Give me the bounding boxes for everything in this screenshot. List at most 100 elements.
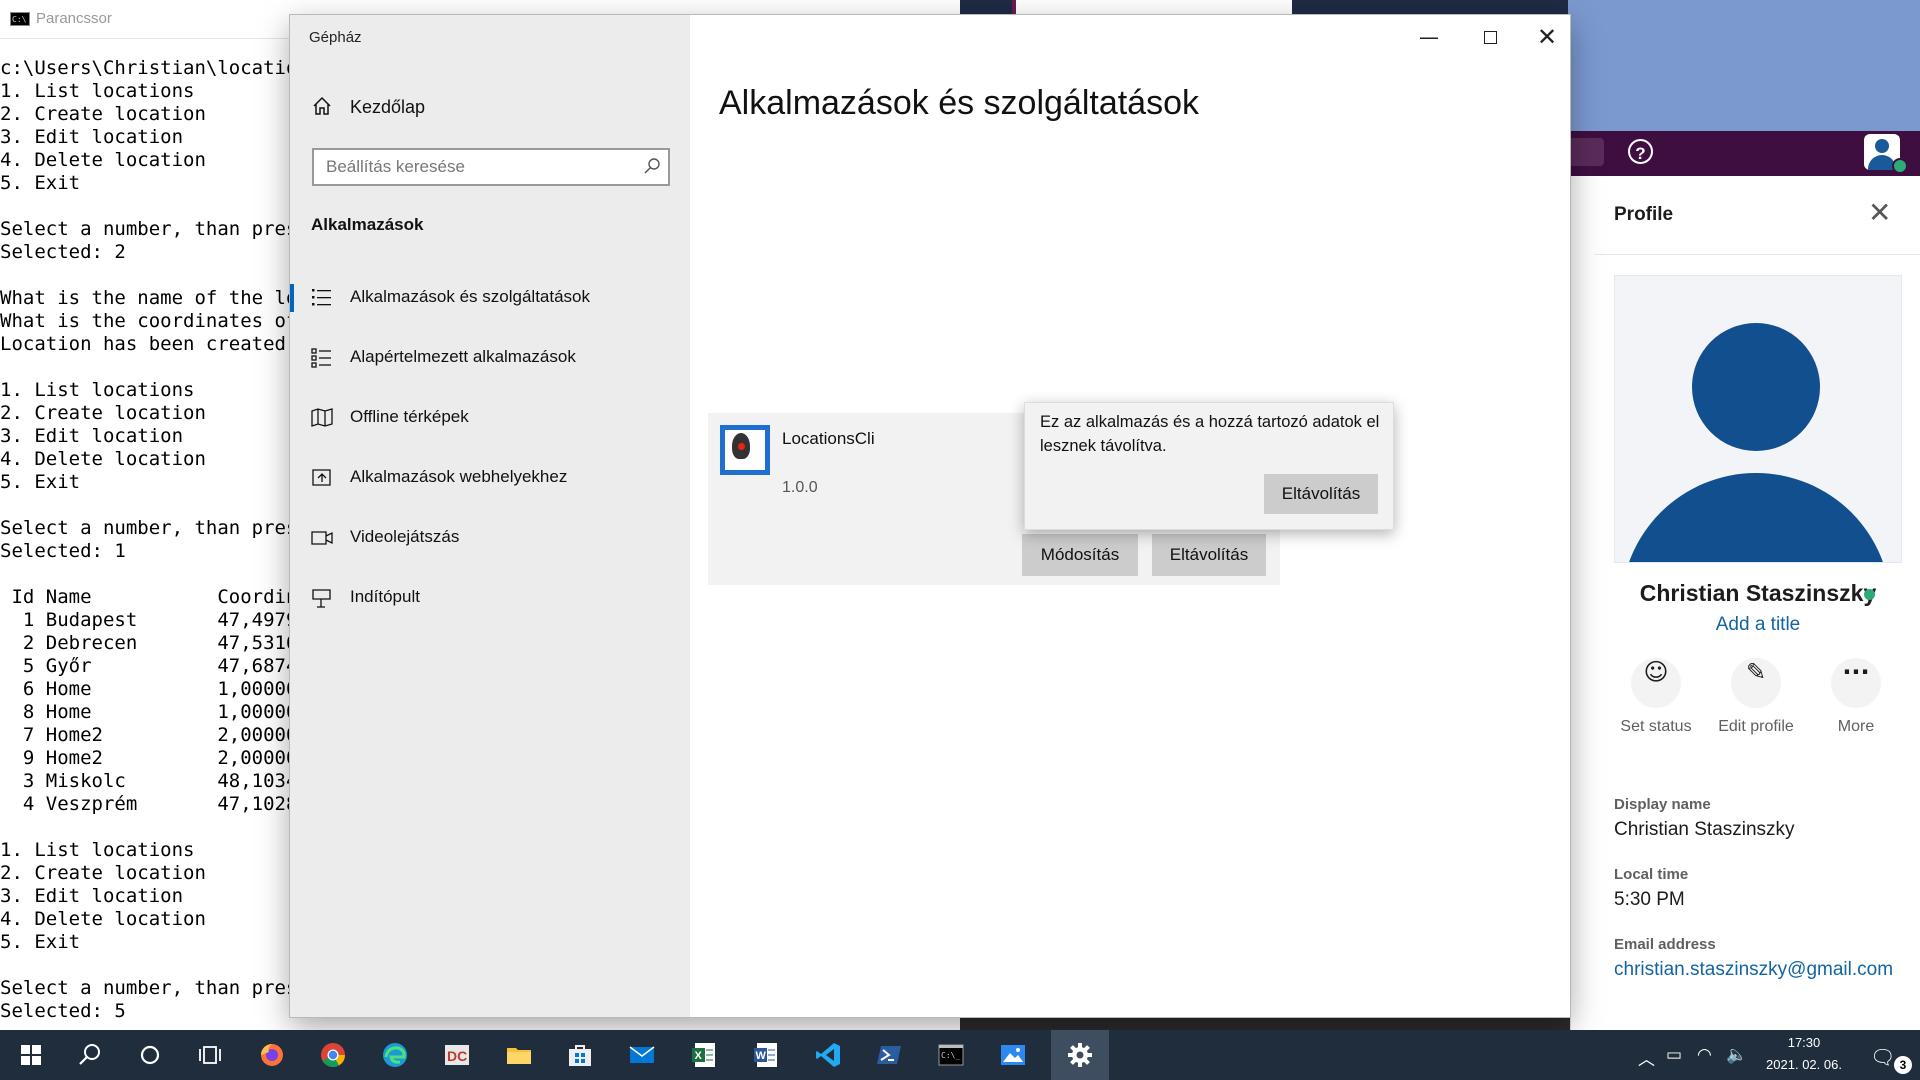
chrome-icon[interactable]: [308, 1030, 358, 1080]
dc-app-icon[interactable]: DC: [432, 1030, 482, 1080]
powershell-icon[interactable]: [864, 1030, 914, 1080]
offline-maps-icon: [311, 408, 333, 427]
nav-label-video-playback[interactable]: Videolejátszás: [350, 527, 459, 547]
clock-date[interactable]: 2021. 02. 06.: [1756, 1057, 1852, 1072]
cmd-line: 5. Exit: [0, 172, 81, 194]
cmd-line: 5. Exit: [0, 931, 81, 953]
slack-window-banner: [1568, 0, 1920, 131]
cmd-line: 9 Home2 2,00000: [0, 747, 298, 769]
nav-label-default-apps[interactable]: Alapértelmezett alkalmazások: [350, 347, 576, 367]
cmd-line: Selected: 1: [0, 540, 126, 562]
cmd-line: Selected: 2: [0, 241, 126, 263]
nav-label-startup[interactable]: Indítópult: [350, 587, 420, 607]
svg-text:X: X: [695, 1050, 703, 1062]
svg-text:DC: DC: [447, 1048, 467, 1064]
notification-badge: 3: [1894, 1056, 1912, 1074]
store-icon[interactable]: [555, 1030, 605, 1080]
background-window-tab[interactable]: [1012, 0, 1292, 14]
close-window-icon[interactable]: ✕: [1532, 22, 1562, 52]
vscode-icon[interactable]: [803, 1030, 853, 1080]
cmd-line: 4. Delete location: [0, 149, 206, 171]
modify-button[interactable]: Módosítás: [1022, 534, 1138, 576]
add-title-link[interactable]: Add a title: [1600, 614, 1916, 636]
settings-icon[interactable]: [1055, 1030, 1105, 1080]
app-name: LocationsCli: [782, 429, 875, 448]
notification-center-icon[interactable]: 🗨: [1870, 1045, 1895, 1069]
nav-label-apps-for-websites[interactable]: Alkalmazások webhelyekhez: [350, 467, 567, 487]
file-explorer-icon[interactable]: [494, 1030, 544, 1080]
mail-icon[interactable]: [617, 1030, 667, 1080]
java-app-icon: [720, 425, 770, 475]
sidebar-home-label[interactable]: Kezdőlap: [350, 97, 425, 118]
app-version: 1.0.0: [782, 479, 818, 496]
minimize-icon[interactable]: —: [1414, 22, 1444, 52]
cmd-app-icon: C:\: [10, 12, 30, 26]
cmd-line: 2. Create location: [0, 103, 206, 125]
close-icon[interactable]: ✕: [1868, 196, 1891, 229]
cortana-icon[interactable]: [125, 1030, 175, 1080]
pencil-icon[interactable]: ✎: [1731, 658, 1781, 708]
cmd-line: 4 Veszprém 47,1028: [0, 793, 298, 815]
cmd-line: 1 Budapest 47,4979: [0, 609, 298, 631]
email-link[interactable]: christian.staszinszky@gmail.com: [1614, 959, 1893, 981]
profile-divider: [1594, 254, 1920, 255]
cmd-line: 5 Győr 47,6874: [0, 655, 298, 677]
profile-picture[interactable]: [1614, 275, 1902, 563]
search-icon[interactable]: [642, 156, 662, 176]
edit-profile-button[interactable]: Edit profile: [1706, 718, 1806, 736]
more-button[interactable]: More: [1806, 718, 1906, 736]
display-name-label: Display name: [1614, 796, 1711, 813]
cmd-icon[interactable]: C:\_: [926, 1030, 976, 1080]
edge-icon[interactable]: [370, 1030, 420, 1080]
uninstall-confirm-message: Ez az alkalmazás és a hozzá tartozó adat…: [1040, 413, 1380, 455]
cmd-line: What is the coordinates of: [0, 310, 298, 332]
battery-icon[interactable]: ▭: [1666, 1045, 1682, 1065]
presence-active-icon: [1892, 158, 1908, 174]
uninstall-button[interactable]: Eltávolítás: [1152, 534, 1266, 576]
help-icon[interactable]: ?: [1628, 139, 1653, 164]
cmd-line: Id Name Coordin: [0, 586, 298, 608]
wifi-icon[interactable]: ◠: [1697, 1045, 1712, 1065]
cmd-line: 1. List locations: [0, 839, 195, 861]
cmd-line: 7 Home2 2,00000: [0, 724, 298, 746]
cmd-line: 1. List locations: [0, 80, 195, 102]
cmd-output[interactable]: c:\Users\Christian\location 1. List loca…: [0, 57, 309, 1023]
cmd-line: 2. Create location: [0, 402, 206, 424]
firefox-icon[interactable]: [247, 1030, 297, 1080]
svg-text:W: W: [756, 1050, 767, 1062]
confirm-uninstall-button[interactable]: Eltávolítás: [1264, 474, 1378, 514]
nav-label-apps-features[interactable]: Alkalmazások és szolgáltatások: [350, 287, 590, 307]
cmd-line: 5. Exit: [0, 471, 81, 493]
cmd-line: Select a number, than press: [0, 517, 309, 539]
cmd-line: 6 Home 1,00000: [0, 678, 298, 700]
cmd-line: 8 Home 1,00000: [0, 701, 298, 723]
video-playback-icon: [311, 531, 333, 545]
cmd-line: Selected: 5: [0, 1000, 126, 1022]
photos-icon[interactable]: [988, 1030, 1038, 1080]
cmd-line: 3 Miskolc 48,1034: [0, 770, 298, 792]
set-status-button[interactable]: Set status: [1606, 718, 1706, 736]
excel-icon[interactable]: X: [679, 1030, 729, 1080]
display-name-value: Christian Staszinszky: [1614, 819, 1795, 840]
maximize-icon[interactable]: [1475, 22, 1505, 52]
cmd-line: What is the name of the loc: [0, 287, 309, 309]
chevron-up-icon[interactable]: ︿: [1638, 1045, 1655, 1070]
clock-time[interactable]: 17:30: [1756, 1035, 1852, 1050]
volume-icon[interactable]: 🔈: [1726, 1045, 1747, 1065]
home-icon: [313, 96, 331, 115]
smiley-icon[interactable]: ☺: [1631, 658, 1681, 708]
slack-search-box[interactable]: [1568, 138, 1604, 166]
cmd-line: 2. Create location: [0, 862, 206, 884]
start-icon[interactable]: [6, 1030, 56, 1080]
search-input[interactable]: [326, 155, 626, 179]
cmd-line: 1. List locations: [0, 379, 195, 401]
cmd-line: Select a number, than press: [0, 977, 309, 999]
nav-label-offline-maps[interactable]: Offline térképek: [350, 407, 469, 427]
section-heading: Alkalmazások: [311, 215, 424, 234]
cmd-line: Location has been created: [0, 333, 286, 355]
task-view-icon[interactable]: [185, 1030, 235, 1080]
default-apps-icon: [311, 348, 331, 368]
word-icon[interactable]: W: [741, 1030, 791, 1080]
search-icon[interactable]: [65, 1030, 115, 1080]
more-icon[interactable]: ···: [1831, 658, 1881, 708]
